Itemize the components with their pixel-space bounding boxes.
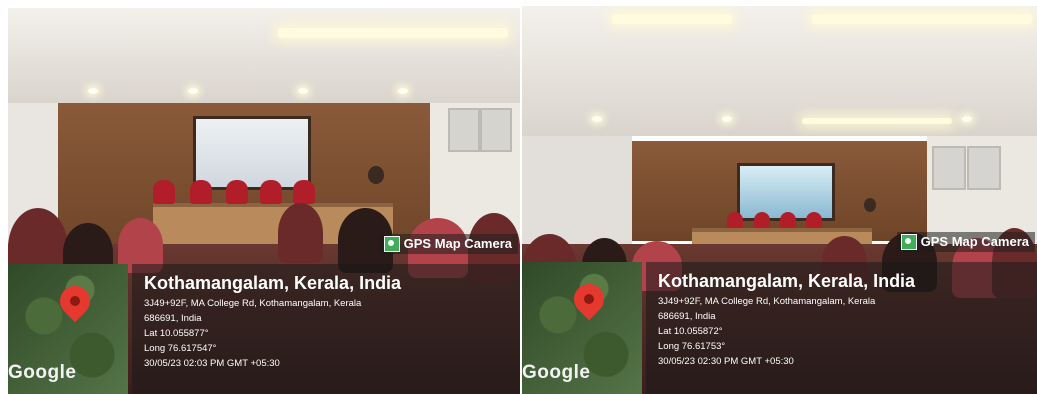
location-pin-icon [53, 279, 97, 323]
address-line-2: 686691, India [658, 311, 716, 322]
map-thumbnail: Google [8, 264, 128, 394]
ceiling-light [592, 116, 602, 122]
map-thumbnail: Google [522, 262, 642, 394]
chair [260, 180, 282, 204]
timestamp: 30/05/23 02:30 PM GMT +05:30 [658, 356, 794, 367]
window [480, 108, 512, 152]
address-line-1: 3J49+92F, MA College Rd, Kothamangalam, … [658, 296, 876, 307]
city-name: Kothamangalam, Kerala, India [658, 271, 916, 291]
ceiling-light [802, 118, 952, 124]
ceiling-light [88, 88, 98, 94]
chair [226, 180, 248, 204]
audience-member [278, 203, 323, 263]
photo-right: GPS Map Camera Google Kothamangalam, Ker… [522, 6, 1037, 394]
chair [780, 212, 796, 228]
gps-camera-icon [900, 234, 917, 250]
ceiling-light [612, 14, 732, 24]
city-name: Kothamangalam, Kerala, India [144, 273, 402, 293]
address-line-2: 686691, India [144, 313, 202, 324]
longitude: Long 76.617547° [144, 343, 217, 354]
ceiling-light [812, 14, 1032, 24]
location-pin-icon [567, 277, 611, 321]
chair [754, 212, 770, 228]
location-info-box: Kothamangalam, Kerala, India 3J49+92F, M… [132, 264, 520, 394]
chair [153, 180, 175, 204]
photo-left: GPS Map Camera Google Kothamangalam, Ker… [8, 8, 520, 394]
location-info-text: Kothamangalam, Kerala, India 3J49+92F, M… [658, 270, 915, 369]
longitude: Long 76.61753° [658, 341, 726, 352]
location-info-text: Kothamangalam, Kerala, India 3J49+92F, M… [144, 272, 401, 371]
timestamp: 30/05/23 02:03 PM GMT +05:30 [144, 358, 280, 369]
ceiling [8, 8, 520, 103]
chair [293, 180, 315, 204]
ceiling-light [188, 88, 198, 94]
latitude: Lat 10.055877° [144, 328, 209, 339]
ceiling-light [398, 88, 408, 94]
latitude: Lat 10.055872° [658, 326, 723, 337]
window [448, 108, 480, 152]
google-logo: Google [8, 362, 77, 383]
window [932, 146, 966, 190]
projector-screen [193, 116, 311, 190]
ceiling-light [722, 116, 732, 122]
chair [190, 180, 212, 204]
ceiling-light [298, 88, 308, 94]
chair [806, 212, 822, 228]
speaker [368, 166, 384, 184]
gps-map-camera-tag: GPS Map Camera [379, 234, 518, 254]
window [967, 146, 1001, 190]
gps-tag-label: GPS Map Camera [920, 234, 1029, 249]
address-line-1: 3J49+92F, MA College Rd, Kothamangalam, … [144, 298, 362, 309]
chair [727, 212, 743, 228]
speaker [864, 198, 876, 212]
ceiling-light [278, 28, 508, 38]
location-info-box: Kothamangalam, Kerala, India 3J49+92F, M… [646, 262, 1037, 394]
google-logo: Google [522, 362, 591, 383]
gps-map-camera-tag: GPS Map Camera [896, 232, 1035, 252]
ceiling-light [962, 116, 972, 122]
gps-camera-icon [383, 236, 400, 252]
gps-tag-label: GPS Map Camera [403, 236, 512, 251]
